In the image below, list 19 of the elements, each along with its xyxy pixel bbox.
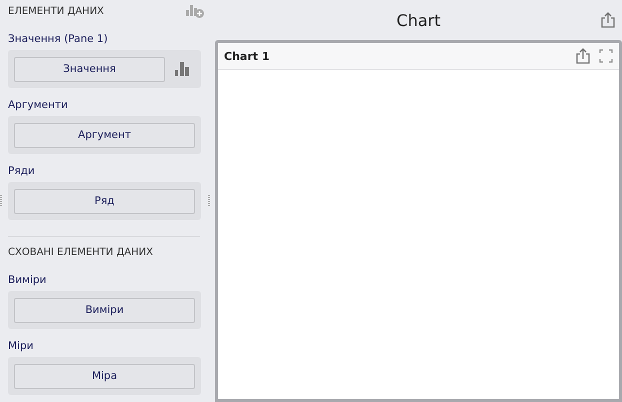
group-label: Виміри [8, 274, 48, 286]
add-pane-icon[interactable] [186, 4, 204, 18]
panel-title: Chart 1 [224, 50, 270, 62]
bar-chart-icon[interactable] [175, 62, 189, 76]
section-title: ЕЛЕМЕНТИ ДАНИХ [8, 6, 104, 16]
field-button[interactable]: Ряд [14, 188, 195, 214]
group-label: Значення (Pane 1) [8, 33, 109, 45]
export-icon[interactable] [600, 12, 616, 28]
export-icon[interactable] [575, 48, 591, 64]
field-button[interactable]: Міра [14, 364, 195, 388]
group-label: Аргументи [8, 99, 69, 111]
maximize-icon[interactable] [599, 49, 613, 63]
group-label: Ряди [8, 165, 36, 177]
dashboard-title: Chart [396, 10, 440, 30]
field-button[interactable]: Виміри [14, 298, 195, 322]
group-label: Міри [8, 340, 34, 352]
field-button[interactable]: Значення [14, 56, 165, 82]
field-button[interactable]: Аргумент [14, 122, 195, 148]
section-title: СХОВАНІ ЕЛЕМЕНТИ ДАНИХ [8, 246, 153, 258]
